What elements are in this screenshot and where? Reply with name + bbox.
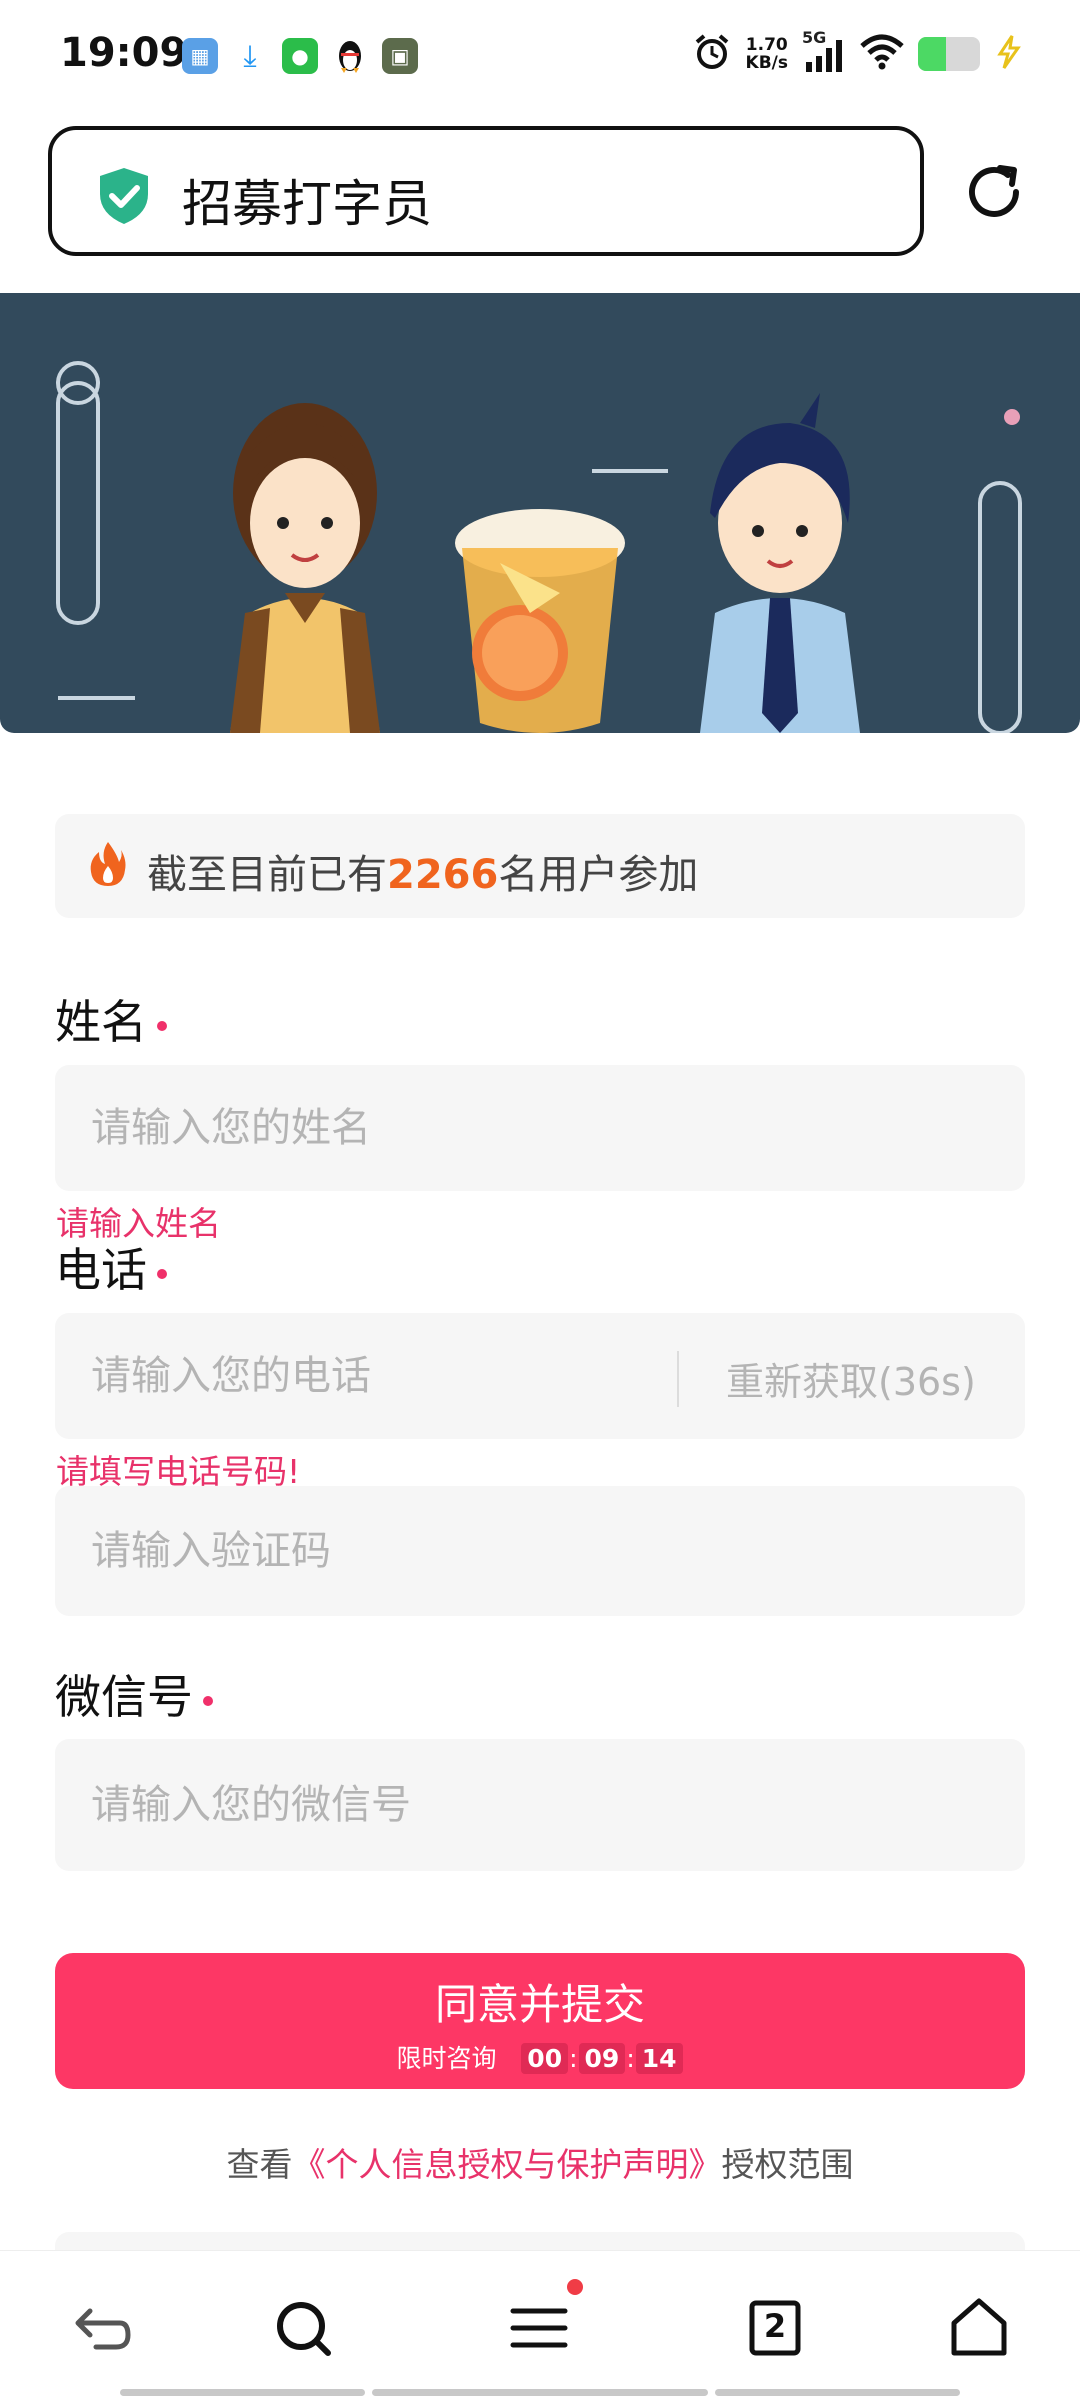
fire-icon (89, 840, 127, 892)
countdown-minutes: 09 (578, 2043, 626, 2074)
verification-code-input[interactable] (91, 1486, 691, 1616)
hero-banner (0, 293, 1080, 733)
page-title: 招募打字员 (182, 175, 432, 233)
submit-button[interactable]: 同意并提交 限时咨询 00:09:14 (55, 1953, 1025, 2089)
address-bar[interactable]: 招募打字员 (48, 126, 924, 256)
banner-illustration (56, 361, 1022, 733)
notification-dot (567, 2279, 583, 2295)
shield-check-icon (96, 166, 152, 230)
status-app-icons: ▦ ⤓ ● ▣ (182, 38, 418, 74)
cell-signal-icon: 5G (802, 28, 846, 74)
status-right-group: 1.70 KB/s 5G (692, 28, 1022, 76)
menu-icon[interactable] (505, 2279, 583, 2363)
wifi-icon (860, 34, 904, 74)
gesture-bar-left (120, 2389, 365, 2396)
phone-label-text: 电话 (55, 1243, 147, 1297)
tabs-count: 2 (763, 2307, 787, 2345)
phone-input[interactable] (91, 1313, 651, 1439)
phone-field[interactable]: 重新获取(36s) (55, 1313, 1025, 1439)
phone-divider (677, 1351, 679, 1407)
countdown-seconds: 14 (635, 2043, 683, 2074)
alarm-icon (692, 32, 732, 76)
bottom-nav: 2 (0, 2250, 1080, 2400)
name-label: 姓名 (55, 986, 167, 1052)
wechat-label: 微信号 (55, 1661, 213, 1727)
wechat-icon: ● (282, 38, 318, 74)
game2-app-icon: ▣ (382, 38, 418, 74)
net-speed-value: 1.70 (745, 35, 788, 55)
tabs-icon[interactable]: 2 (740, 2293, 810, 2363)
resend-code-button[interactable]: 重新获取(36s) (726, 1351, 976, 1406)
name-input[interactable] (91, 1065, 691, 1191)
status-time: 19:09 (60, 30, 188, 76)
charging-icon (994, 34, 1022, 74)
code-field[interactable] (55, 1486, 1025, 1616)
required-dot (157, 1020, 167, 1031)
name-field[interactable] (55, 1065, 1025, 1191)
submit-label: 同意并提交 (434, 1980, 645, 2029)
privacy-prefix: 查看 (226, 2145, 293, 2184)
wechat-field[interactable] (55, 1739, 1025, 1871)
countdown-prefix: 限时咨询 (396, 2044, 497, 2073)
gesture-bar-center (372, 2389, 708, 2396)
gesture-bar-right (715, 2389, 960, 2396)
privacy-notice: 查看《个人信息授权与保护声明》授权范围 (0, 2138, 1080, 2186)
participant-counter: 截至目前已有2266名用户参加 (55, 814, 1025, 918)
counter-prefix: 截至目前已有 (147, 852, 387, 898)
net-speed-unit: KB/s (745, 53, 788, 73)
name-label-text: 姓名 (55, 995, 147, 1049)
game-app-icon: ▦ (182, 38, 218, 74)
countdown-hours: 00 (521, 2043, 569, 2074)
counter-suffix: 名用户参加 (498, 852, 699, 898)
phone-label: 电话 (55, 1234, 167, 1300)
counter-number: 2266 (387, 852, 499, 898)
wechat-label-text: 微信号 (55, 1670, 193, 1724)
wechat-input[interactable] (91, 1739, 691, 1871)
next-section-peek (55, 2232, 1025, 2252)
counter-text: 截至目前已有2266名用户参加 (147, 842, 698, 900)
status-bar: 19:09 ▦ ⤓ ● ▣ 1.70 KB/s 5G (0, 0, 1080, 110)
battery-fill (918, 37, 946, 71)
privacy-suffix: 授权范围 (721, 2145, 854, 2184)
required-dot (157, 1268, 167, 1279)
back-icon[interactable] (66, 2293, 136, 2363)
search-icon[interactable] (268, 2293, 338, 2363)
download-icon: ⤓ (243, 38, 257, 74)
qq-penguin-icon (332, 38, 368, 74)
privacy-link[interactable]: 《个人信息授权与保护声明》 (293, 2145, 722, 2184)
required-dot (203, 1695, 213, 1706)
net-speed: 1.70 KB/s (746, 36, 788, 72)
home-icon[interactable] (944, 2293, 1014, 2363)
battery-icon (918, 37, 980, 71)
submit-countdown: 限时咨询 00:09:14 (55, 2039, 1025, 2075)
reload-icon[interactable] (960, 158, 1028, 226)
